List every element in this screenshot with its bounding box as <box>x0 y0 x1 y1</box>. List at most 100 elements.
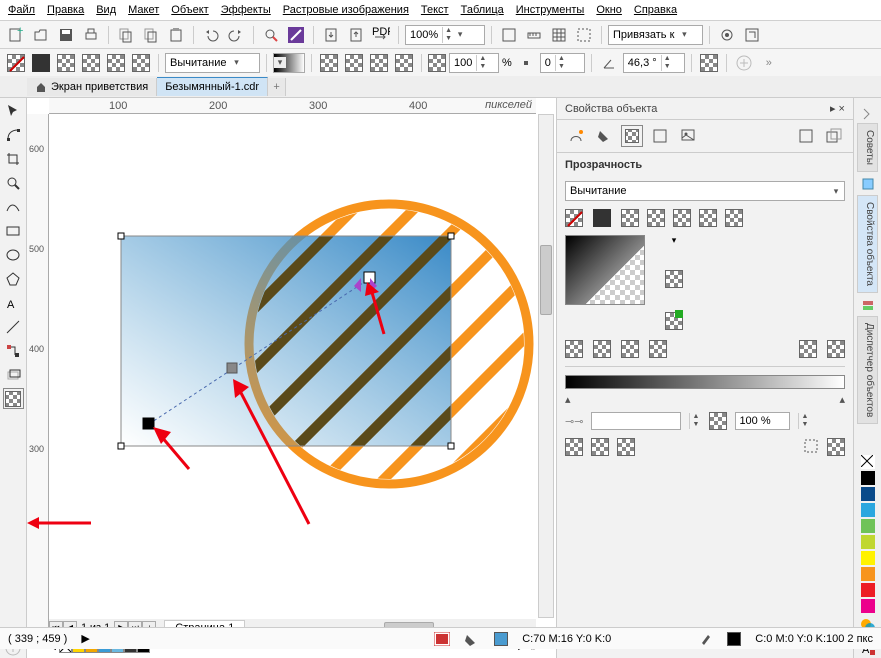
no-transparency-button[interactable] <box>5 52 27 74</box>
import-button[interactable] <box>320 24 342 46</box>
crop-tool[interactable] <box>3 148 24 169</box>
frame2-icon[interactable] <box>823 125 845 147</box>
tab-document[interactable]: Безымянный-1.cdr <box>157 77 268 96</box>
pattern5-icon[interactable] <box>725 209 743 227</box>
options-button[interactable] <box>716 24 738 46</box>
save-button[interactable] <box>55 24 77 46</box>
color-sw[interactable] <box>861 471 875 485</box>
color-sw[interactable] <box>861 599 875 613</box>
apply-fill-icon[interactable] <box>565 438 583 456</box>
apply-both-icon[interactable] <box>617 438 635 456</box>
menu-view[interactable]: Вид <box>96 4 116 16</box>
color-sw[interactable] <box>861 535 875 549</box>
panel-menu[interactable]: ▸ × <box>830 102 845 115</box>
effects-tool[interactable] <box>3 364 24 385</box>
free-transform-button[interactable] <box>698 52 720 74</box>
fill-swatch[interactable] <box>494 632 508 646</box>
gradient-picker[interactable]: ▾ <box>273 53 305 73</box>
vertical-scrollbar[interactable] <box>538 114 554 618</box>
pick-tool[interactable] <box>3 100 24 121</box>
rectangle-tool[interactable] <box>3 220 24 241</box>
outline-icon[interactable] <box>565 125 587 147</box>
zoom-tool[interactable] <box>3 172 24 193</box>
paste-button[interactable] <box>165 24 187 46</box>
merge-mode-combo[interactable]: Вычитание▾ <box>165 53 260 73</box>
reverse-icon[interactable] <box>827 340 845 358</box>
texture-transparency-button[interactable] <box>105 52 127 74</box>
none-icon[interactable] <box>565 209 583 227</box>
vtab-objmgr[interactable]: Диспетчер объектов <box>857 316 878 424</box>
frame-icon[interactable] <box>795 125 817 147</box>
pattern2-icon[interactable] <box>647 209 665 227</box>
postscript-transparency-button[interactable] <box>130 52 152 74</box>
transparency-tool[interactable] <box>3 388 24 409</box>
shape-tool[interactable] <box>3 124 24 145</box>
menu-text[interactable]: Текст <box>421 4 449 16</box>
menu-edit[interactable]: Правка <box>47 4 84 16</box>
menu-file[interactable]: Файл <box>8 4 35 16</box>
color-sw[interactable] <box>861 519 875 533</box>
uniform-icon[interactable] <box>591 207 613 229</box>
grid-button[interactable] <box>548 24 570 46</box>
menu-window[interactable]: Окно <box>596 4 622 16</box>
color-proof-icon[interactable] <box>434 632 450 646</box>
props-icon[interactable] <box>857 174 878 195</box>
pattern-transparency-button[interactable] <box>80 52 102 74</box>
panel-mode-combo[interactable]: Вычитание▾ <box>565 181 845 201</box>
ruler-vertical[interactable]: 600 500 400 300 <box>27 114 49 638</box>
to-preset[interactable] <box>665 270 683 288</box>
color-sw[interactable] <box>861 583 875 597</box>
ellipse-tool[interactable] <box>3 244 24 265</box>
conical-button[interactable] <box>368 52 390 74</box>
menu-tools[interactable]: Инструменты <box>516 4 585 16</box>
print-button[interactable] <box>80 24 102 46</box>
midpoint-input[interactable] <box>591 412 681 430</box>
radial-icon[interactable] <box>593 340 611 358</box>
menu-help[interactable]: Справка <box>634 4 677 16</box>
picker-arrow[interactable]: ▾ <box>672 235 677 246</box>
color-sw[interactable] <box>861 551 875 565</box>
rulers-button[interactable] <box>523 24 545 46</box>
polygon-tool[interactable] <box>3 268 24 289</box>
copy-button[interactable] <box>140 24 162 46</box>
gradient-preview[interactable] <box>565 235 645 305</box>
new-button[interactable]: + <box>5 24 27 46</box>
launch-button[interactable] <box>741 24 763 46</box>
undo-button[interactable] <box>200 24 222 46</box>
pattern3-icon[interactable] <box>673 209 691 227</box>
open-button[interactable] <box>30 24 52 46</box>
summary-icon[interactable] <box>649 125 671 147</box>
pdf-button[interactable]: PDF <box>370 24 392 46</box>
freeze-icon[interactable] <box>803 438 819 456</box>
vtab-props[interactable]: Свойства объекта <box>857 195 878 293</box>
gradient-slider[interactable] <box>565 375 845 389</box>
node-opacity-input[interactable]: 100▲▼ <box>449 53 499 73</box>
text-tool[interactable]: A <box>3 292 24 313</box>
canvas[interactable] <box>49 114 536 618</box>
node-pos-input[interactable]: 0▲▼ <box>540 53 585 73</box>
color-sw[interactable] <box>861 487 875 501</box>
color-sw[interactable] <box>861 503 875 517</box>
tab-add[interactable]: + <box>268 78 286 96</box>
fill-icon[interactable] <box>593 125 615 147</box>
vtab-hints[interactable]: Советы <box>857 123 878 172</box>
stroke-swatch[interactable] <box>727 632 741 646</box>
status-play[interactable]: ▶ <box>81 632 89 645</box>
pattern4-icon[interactable] <box>699 209 717 227</box>
menu-table[interactable]: Таблица <box>461 4 504 16</box>
add-preset-button[interactable] <box>733 52 755 74</box>
cut-button[interactable] <box>115 24 137 46</box>
fountain-transparency-button[interactable] <box>55 52 77 74</box>
radial-button[interactable] <box>343 52 365 74</box>
fx-button[interactable] <box>285 24 307 46</box>
objmgr-icon[interactable] <box>857 295 878 316</box>
guides-button[interactable] <box>573 24 595 46</box>
fullscreen-button[interactable] <box>498 24 520 46</box>
square-icon[interactable] <box>649 340 667 358</box>
snap-combo[interactable]: Привязать к▾ <box>608 25 703 45</box>
conical-icon[interactable] <box>621 340 639 358</box>
angle-input[interactable]: 46,3 °▲▼ <box>623 53 685 73</box>
menu-bitmap[interactable]: Растровые изображения <box>283 4 409 16</box>
more-button[interactable]: » <box>758 52 780 74</box>
mirror-icon[interactable] <box>799 340 817 358</box>
